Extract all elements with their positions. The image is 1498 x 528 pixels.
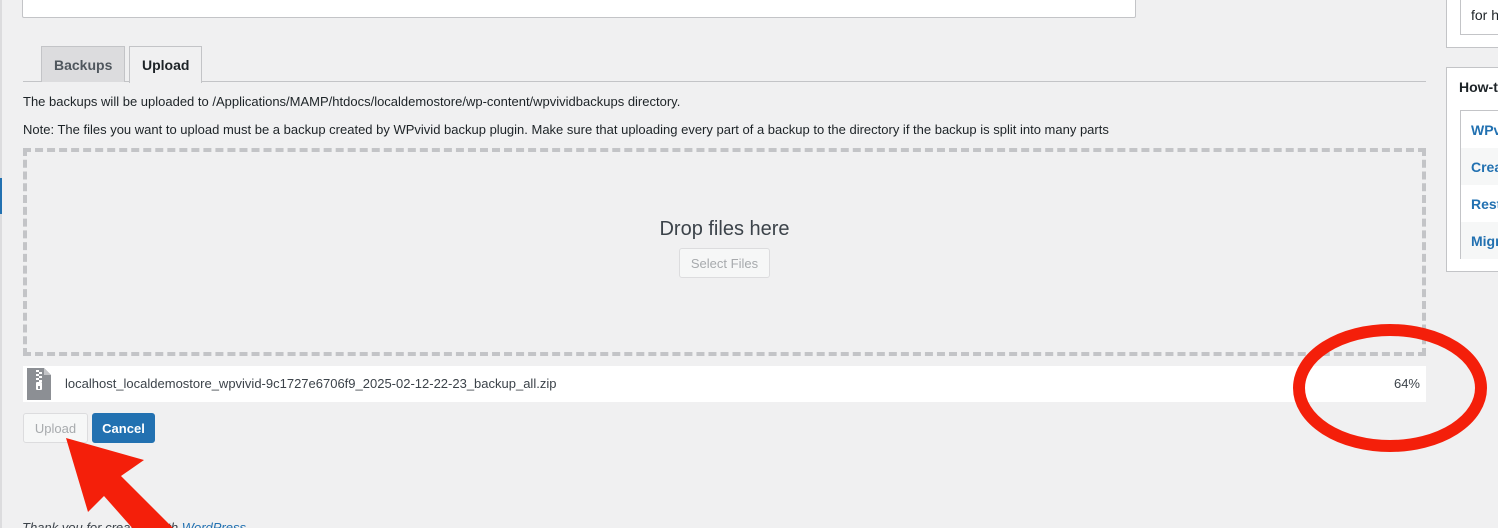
tab-upload[interactable]: Upload xyxy=(129,46,203,83)
drop-zone-title: Drop files here xyxy=(659,218,790,240)
page: Backups Upload The backups will be uploa… xyxy=(0,0,1498,528)
howto-link[interactable]: WPv xyxy=(1461,111,1498,148)
sidebar-top-box: for h xyxy=(1446,0,1498,48)
footer-text: Thank you for creating with WordPress xyxy=(22,520,246,528)
admin-menu-edge xyxy=(0,0,2,528)
footer-prefix: Thank you for creating with xyxy=(22,520,182,528)
file-name: localhost_localdemostore_wpvivid-9c1727e… xyxy=(65,376,557,391)
top-panel xyxy=(22,0,1136,18)
howto-link[interactable]: Migr xyxy=(1461,222,1498,259)
upload-button[interactable]: Upload xyxy=(23,413,88,443)
howto-link[interactable]: Crea xyxy=(1461,148,1498,185)
drop-zone[interactable]: Drop files here Select Files xyxy=(23,148,1426,356)
sidebar-top-text: for h xyxy=(1471,7,1498,23)
zip-file-icon xyxy=(27,368,51,400)
howto-link[interactable]: Rest xyxy=(1461,185,1498,222)
upload-file-row: localhost_localdemostore_wpvivid-9c1727e… xyxy=(23,366,1426,402)
howto-title: How-t xyxy=(1459,79,1498,95)
howto-list: WPv Crea Rest Migr xyxy=(1460,110,1498,259)
footer-wordpress-link[interactable]: WordPress xyxy=(182,520,246,528)
admin-menu-indicator xyxy=(0,178,2,200)
tab-backups[interactable]: Backups xyxy=(41,46,126,82)
tab-bar: Backups Upload xyxy=(23,46,1426,83)
red-arrow-icon xyxy=(66,438,173,528)
upload-directory-text: The backups will be uploaded to /Applica… xyxy=(23,94,681,109)
admin-menu-indicator xyxy=(0,200,2,214)
select-files-button[interactable]: Select Files xyxy=(679,248,770,278)
sidebar-howto-box: How-t WPv Crea Rest Migr xyxy=(1446,67,1498,272)
cancel-button[interactable]: Cancel xyxy=(92,413,155,443)
progress-percentage: 64% xyxy=(1393,376,1420,391)
upload-note-text: Note: The files you want to upload must … xyxy=(23,122,1109,137)
sidebar-top-inner: for h xyxy=(1460,0,1498,35)
